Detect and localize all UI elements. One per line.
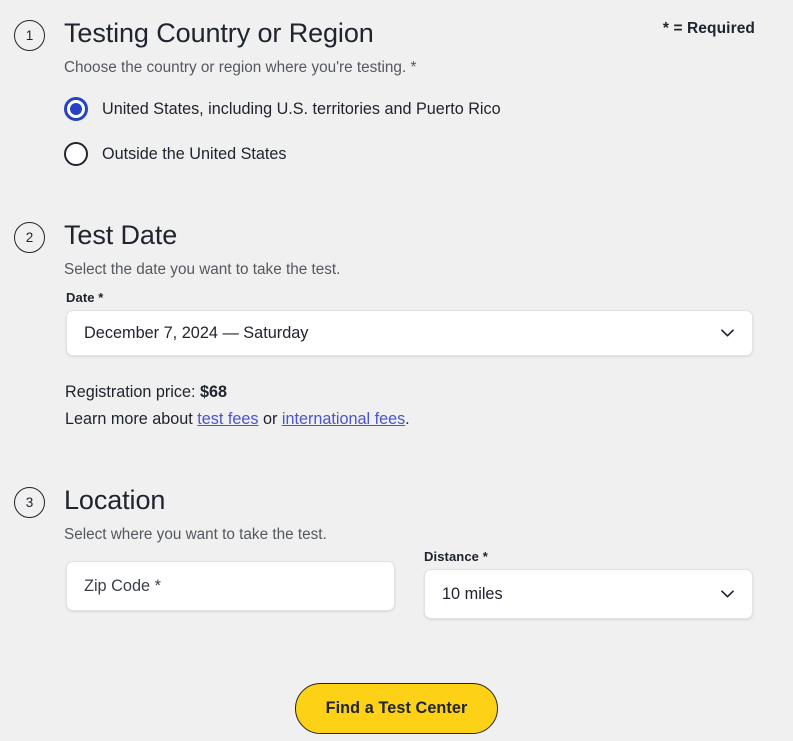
country-radio-group: United States, including U.S. territorie… bbox=[0, 94, 793, 169]
chevron-down-icon[interactable] bbox=[721, 590, 734, 598]
distance-select[interactable]: 10 miles bbox=[424, 569, 753, 619]
section-3-description: Select where you want to take the test. bbox=[0, 525, 793, 545]
radio-option-outside-united-states[interactable]: Outside the United States bbox=[64, 139, 793, 169]
radio-selected-icon[interactable] bbox=[64, 97, 88, 121]
radio-option-united-states-label: United States, including U.S. territorie… bbox=[102, 99, 501, 119]
step-number-badge-2: 2 bbox=[14, 222, 45, 253]
date-select[interactable]: December 7, 2024 — Saturday bbox=[66, 310, 753, 356]
section-3-header: 3 Location bbox=[0, 481, 793, 523]
step-number-badge-1: 1 bbox=[14, 20, 45, 51]
test-registration-form: * = Required 1 Testing Country or Region… bbox=[0, 0, 793, 741]
section-2-header: 2 Test Date bbox=[0, 216, 793, 258]
fees-line-prefix: Learn more about bbox=[65, 410, 197, 428]
section-1-header: 1 Testing Country or Region bbox=[0, 14, 793, 56]
test-fees-link[interactable]: test fees bbox=[197, 410, 258, 428]
chevron-down-icon[interactable] bbox=[721, 329, 734, 337]
distance-field-label: Distance * bbox=[424, 549, 753, 564]
section-1-description: Choose the country or region where you'r… bbox=[0, 58, 793, 78]
international-fees-link[interactable]: international fees bbox=[282, 410, 405, 428]
section-2-description: Select the date you want to take the tes… bbox=[0, 260, 793, 280]
radio-option-united-states[interactable]: United States, including U.S. territorie… bbox=[64, 94, 793, 124]
zip-code-input[interactable]: Zip Code * bbox=[66, 561, 395, 611]
fees-links-line: Learn more about test fees or internatio… bbox=[65, 406, 410, 433]
registration-price-line: Registration price: $68 bbox=[65, 379, 410, 406]
date-select-value: December 7, 2024 — Saturday bbox=[67, 323, 308, 343]
section-3-title: Location bbox=[64, 481, 793, 519]
zip-field-wrapper: Zip Code * bbox=[66, 561, 395, 611]
section-testing-country-or-region: 1 Testing Country or Region Choose the c… bbox=[0, 14, 793, 184]
section-1-title: Testing Country or Region bbox=[64, 14, 793, 52]
date-field-label: Date * bbox=[66, 290, 753, 305]
submit-area: Find a Test Center bbox=[0, 683, 793, 734]
registration-price-amount: $68 bbox=[200, 383, 227, 401]
fees-line-middle: or bbox=[258, 410, 281, 428]
distance-field-wrapper: Distance * 10 miles bbox=[424, 549, 753, 619]
section-location: 3 Location Select where you want to take… bbox=[0, 481, 793, 545]
zip-code-placeholder: Zip Code * bbox=[67, 576, 161, 596]
step-number-badge-3: 3 bbox=[14, 487, 45, 518]
section-2-title: Test Date bbox=[64, 216, 793, 254]
pricing-info: Registration price: $68 Learn more about… bbox=[65, 379, 410, 433]
find-a-test-center-button[interactable]: Find a Test Center bbox=[295, 683, 499, 734]
section-test-date: 2 Test Date Select the date you want to … bbox=[0, 216, 793, 280]
registration-price-label: Registration price: bbox=[65, 383, 200, 401]
radio-unselected-icon[interactable] bbox=[64, 142, 88, 166]
distance-select-value: 10 miles bbox=[425, 584, 503, 604]
fees-line-suffix: . bbox=[405, 410, 410, 428]
radio-option-outside-united-states-label: Outside the United States bbox=[102, 144, 286, 164]
date-field-wrapper: Date * December 7, 2024 — Saturday bbox=[66, 290, 753, 356]
